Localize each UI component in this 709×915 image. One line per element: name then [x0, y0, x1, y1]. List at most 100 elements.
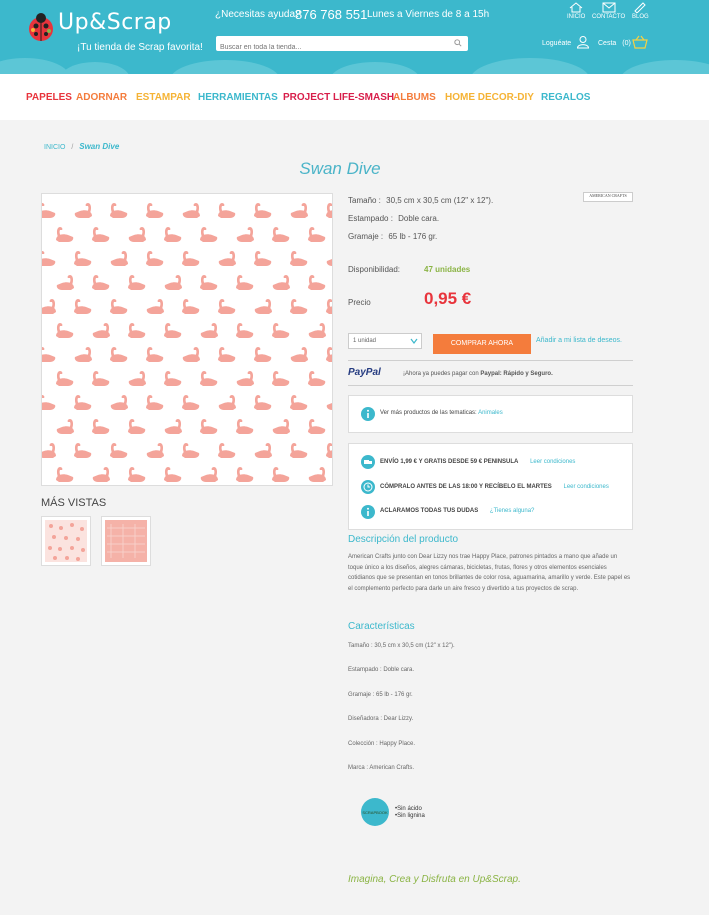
nav-item-albums[interactable]: ALBUMS	[393, 92, 436, 103]
nav-item-estampar[interactable]: ESTAMPAR	[136, 92, 191, 103]
characteristic-row: Estampado : Doble cara.	[348, 667, 415, 673]
breadcrumb: INICIO / Swan Dive	[44, 142, 119, 151]
spec-label: Tamaño :	[348, 196, 381, 205]
doubts-text: ACLARAMOS TODAS TUS DUDAS	[380, 508, 479, 514]
swan-pattern	[42, 203, 332, 482]
acid-free-badge-icon: SCRAPBOOK	[361, 798, 389, 826]
login-link[interactable]: Loguéate	[542, 40, 571, 47]
thumbnail-pattern-image	[45, 520, 87, 562]
top-link-label: BLOG	[632, 14, 649, 20]
nav-item-project-life[interactable]: PROJECT LIFE-SMASH	[283, 92, 394, 103]
nav-item-herramientas[interactable]: HERRAMIENTAS	[198, 92, 278, 103]
divider	[348, 360, 633, 361]
spec-value: Doble cara.	[398, 214, 440, 223]
shipping-text: ENVÍO 1,99 € Y GRATIS DESDE 59 € PENINSU…	[380, 459, 519, 465]
cutoff-text: CÓMPRALO ANTES DE LAS 18:00 Y RECÍBELO E…	[380, 484, 552, 490]
themes-text: Ver más productos de las tematicas:	[380, 410, 477, 416]
spec-label: Estampado :	[348, 214, 393, 223]
search-box	[216, 36, 468, 55]
chevron-down-icon	[410, 338, 418, 344]
cloud-decoration	[60, 62, 130, 74]
divider	[348, 385, 633, 386]
home-icon	[569, 2, 583, 13]
quantity-value: 1 unidad	[353, 338, 377, 344]
acid-free-text: •Sin ácido •Sin lignina	[395, 806, 425, 820]
cart-count: (0)	[622, 40, 631, 47]
product-price: 0,95 €	[424, 289, 472, 308]
info-icon	[361, 505, 375, 519]
doubts-link[interactable]: ¿Tienes alguna?	[490, 508, 534, 514]
footer-tagline: Imagina, Crea y Disfruta en Up&Scrap.	[348, 874, 521, 885]
paypal-text-plain: ¡Ahora ya puedes pagar con	[403, 371, 479, 377]
availability-value: 47 unidades	[424, 265, 471, 274]
breadcrumb-separator: /	[71, 144, 74, 151]
ladybug-logo-icon[interactable]	[26, 10, 56, 42]
product-description: American Crafts junto con Dear Lizzy nos…	[348, 554, 631, 592]
themes-box: Ver más productos de las tematicas: Anim…	[348, 395, 633, 433]
themes-link[interactable]: Animales	[478, 410, 503, 416]
paypal-message: ¡Ahora ya puedes pagar con Paypal: Rápid…	[403, 371, 553, 377]
description-heading: Descripción del producto	[348, 534, 459, 545]
spec-row: Gramaje : 65 lb - 176 gr.	[348, 232, 437, 241]
thumbnail-2[interactable]	[101, 516, 151, 566]
acid-line: •Sin ácido	[395, 806, 422, 812]
spec-row: Estampado : Doble cara.	[348, 214, 439, 223]
cutoff-conditions-link[interactable]: Leer condiciones	[563, 484, 608, 490]
help-label: ¿Necesitas ayuda?	[215, 9, 301, 20]
top-link-contacto[interactable]: CONTACTO	[592, 2, 625, 20]
characteristics-heading: Características	[348, 621, 415, 632]
nav-item-regalos[interactable]: REGALOS	[541, 92, 590, 103]
nav-item-home-decor[interactable]: HOME DECOR-DIY	[445, 92, 534, 103]
price-label: Precio	[348, 298, 371, 307]
buy-now-button[interactable]: COMPRAR AHORA	[433, 334, 531, 354]
spec-value: 30,5 cm x 30,5 cm (12" x 12").	[386, 196, 494, 205]
search-icon[interactable]	[454, 39, 462, 47]
nav-item-papeles[interactable]: PAPELES	[26, 92, 72, 103]
nav-item-adornar[interactable]: ADORNAR	[76, 92, 127, 103]
characteristic-row: Colección : Happy Place.	[348, 741, 416, 747]
add-to-wishlist-link[interactable]: Añadir a mi lista de deseos.	[536, 337, 622, 344]
paypal-text-bold: Paypal: Rápido y Seguro.	[480, 371, 553, 377]
cutoff-row: CÓMPRALO ANTES DE LAS 18:00 Y RECÍBELO E…	[380, 484, 609, 490]
thumbnail-pink-image	[105, 520, 147, 562]
breadcrumb-current: Swan Dive	[79, 142, 120, 151]
page-title: Swan Dive	[299, 159, 381, 178]
acid-line: •Sin lignina	[395, 813, 425, 819]
quantity-select[interactable]: 1 unidad	[348, 333, 422, 349]
characteristic-row: Tamaño : 30,5 cm x 30,5 cm (12" x 12").	[348, 643, 455, 649]
top-link-label: CONTACTO	[592, 14, 626, 20]
main-navigation: PAPELES ADORNAR ESTAMPAR HERRAMIENTAS PR…	[0, 74, 709, 120]
spec-label: Gramaje :	[348, 232, 384, 241]
thumbnail-1[interactable]	[41, 516, 91, 566]
phone-number: 876 768 551	[295, 7, 368, 22]
cloud-decoration	[330, 62, 420, 74]
basket-icon[interactable]	[632, 35, 648, 49]
top-link-inicio[interactable]: INICIO	[567, 2, 585, 20]
user-icon[interactable]	[576, 35, 590, 49]
top-link-blog[interactable]: BLOG	[632, 2, 649, 20]
cart-link[interactable]: Cesta (0)	[598, 40, 631, 47]
truck-icon	[361, 455, 375, 469]
spec-value: 65 lb - 176 gr.	[388, 232, 438, 241]
logo-text[interactable]: Up&Scrap	[58, 10, 172, 35]
spec-row: Tamaño : 30,5 cm x 30,5 cm (12" x 12").	[348, 196, 493, 205]
shipping-conditions-link[interactable]: Leer condiciones	[530, 459, 575, 465]
brand-logo[interactable]: AMERICAN CRAFTS	[583, 192, 633, 202]
site-header: Up&Scrap ¡Tu tienda de Scrap favorita! ¿…	[0, 0, 709, 74]
clock-icon	[361, 480, 375, 494]
product-image[interactable]	[41, 193, 333, 486]
opening-hours: Lunes a Viernes de 8 a 15h	[367, 9, 490, 20]
shipping-info-box: ENVÍO 1,99 € Y GRATIS DESDE 59 € PENINSU…	[348, 443, 633, 530]
shipping-row: ENVÍO 1,99 € Y GRATIS DESDE 59 € PENINSU…	[380, 459, 575, 465]
acid-badge-text: SCRAPBOOK	[362, 810, 388, 815]
pencil-icon	[634, 2, 647, 13]
characteristic-row: Diseñadora : Dear Lizzy.	[348, 716, 414, 722]
search-input[interactable]	[216, 40, 436, 55]
cloud-decoration	[620, 60, 709, 74]
info-icon	[361, 407, 375, 421]
logo-tagline: ¡Tu tienda de Scrap favorita!	[77, 42, 203, 53]
characteristic-row: Marca : American Crafts.	[348, 765, 415, 771]
breadcrumb-home[interactable]: INICIO	[44, 144, 65, 151]
cloud-decoration	[0, 58, 70, 74]
more-views-heading: MÁS VISTAS	[41, 497, 107, 509]
